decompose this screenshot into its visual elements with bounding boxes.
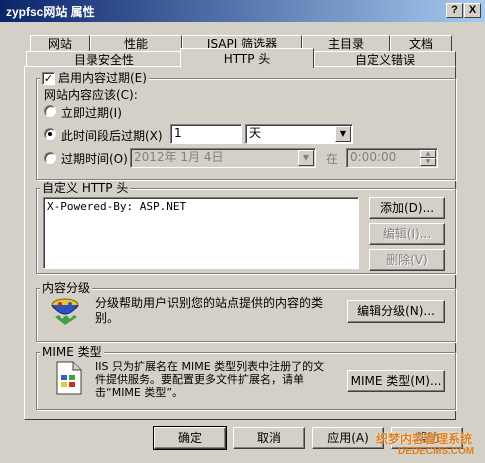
expire-after-value-input[interactable]: 1	[170, 124, 242, 144]
expire-unit-value: 天	[249, 126, 262, 140]
custom-headers-label: 自定义 HTTP 头	[40, 181, 131, 195]
expire-unit-select[interactable]: 天 ▼	[245, 124, 353, 144]
expire-at-word: 在	[326, 152, 339, 166]
expire-after-radio[interactable]	[44, 128, 56, 140]
chevron-down-icon[interactable]: ▼	[298, 150, 314, 166]
enable-expire-checkbox[interactable]: ✓	[42, 71, 55, 85]
tab-directory-security[interactable]: 目录安全性	[26, 51, 182, 67]
expire-date-picker[interactable]: 2012年 1月 4日 ▼	[130, 148, 316, 168]
edit-ratings-button[interactable]: 编辑分级(N)...	[347, 300, 445, 323]
enable-expire-option[interactable]: ✓ 启用内容过期(E)	[40, 71, 149, 85]
time-spinner[interactable]: ▲ ▼	[420, 150, 436, 166]
mime-file-icon	[56, 361, 82, 395]
watermark-text: 织梦内容管理系统	[376, 432, 473, 446]
mime-types-button[interactable]: MIME 类型(M)...	[347, 370, 445, 392]
mime-label: MIME 类型	[40, 345, 104, 359]
expire-time-input[interactable]: 0:00:00 ▲ ▼	[346, 148, 438, 168]
close-button[interactable]: X	[464, 3, 481, 18]
enable-expire-label: 启用内容过期(E)	[58, 71, 147, 85]
expire-immediately-label: 立即过期(I)	[61, 106, 122, 120]
help-button[interactable]: ?	[446, 3, 463, 18]
ratings-label: 内容分级	[40, 281, 93, 295]
apply-button[interactable]: 应用(A)	[312, 427, 384, 449]
ok-button[interactable]: 确定	[153, 426, 227, 450]
tab-http-headers[interactable]: HTTP 头	[180, 48, 314, 68]
list-item[interactable]: X-Powered-By: ASP.NET	[44, 198, 358, 215]
watermark-url: DEDECMS.COM	[398, 446, 475, 457]
cancel-button[interactable]: 取消	[233, 427, 305, 449]
edit-header-button[interactable]: 编辑(I)...	[369, 223, 445, 245]
spin-up-icon[interactable]: ▲	[420, 150, 436, 158]
expire-time-value: 0:00:00	[350, 150, 397, 164]
ratings-description: 分级帮助用户识别您的站点提供的内容的类别。	[95, 296, 324, 325]
expire-date-value: 2012年 1月 4日	[134, 150, 224, 164]
expire-after-label: 此时间段后过期(X)	[61, 129, 163, 143]
custom-headers-list[interactable]: X-Powered-By: ASP.NET	[43, 197, 359, 269]
tab-home-directory[interactable]: 主目录	[302, 35, 390, 52]
expire-immediately-radio[interactable]	[44, 105, 56, 117]
expire-group-label: 网站内容应该(C):	[44, 88, 138, 102]
add-header-button[interactable]: 添加(D)...	[369, 197, 445, 219]
tab-custom-errors[interactable]: 自定义错误	[314, 51, 456, 67]
tab-documents[interactable]: 文档	[390, 35, 452, 52]
tab-performance[interactable]: 性能	[90, 35, 182, 52]
tab-website[interactable]: 网站	[30, 35, 90, 52]
window-title: zypfsc网站 属性	[6, 5, 95, 19]
mime-description: IIS 只为扩展名在 MIME 类型列表中注册了的文件提供服务。要配置更多文件扩…	[95, 360, 325, 399]
spin-down-icon[interactable]: ▼	[420, 158, 436, 166]
expire-at-label: 过期时间(O)	[61, 152, 128, 166]
expire-at-radio[interactable]	[44, 152, 56, 164]
title-bar: zypfsc网站 属性 ? X	[0, 0, 485, 22]
delete-header-button[interactable]: 删除(V)	[369, 249, 445, 271]
ratings-icon	[51, 298, 79, 325]
chevron-down-icon[interactable]: ▼	[335, 126, 351, 142]
